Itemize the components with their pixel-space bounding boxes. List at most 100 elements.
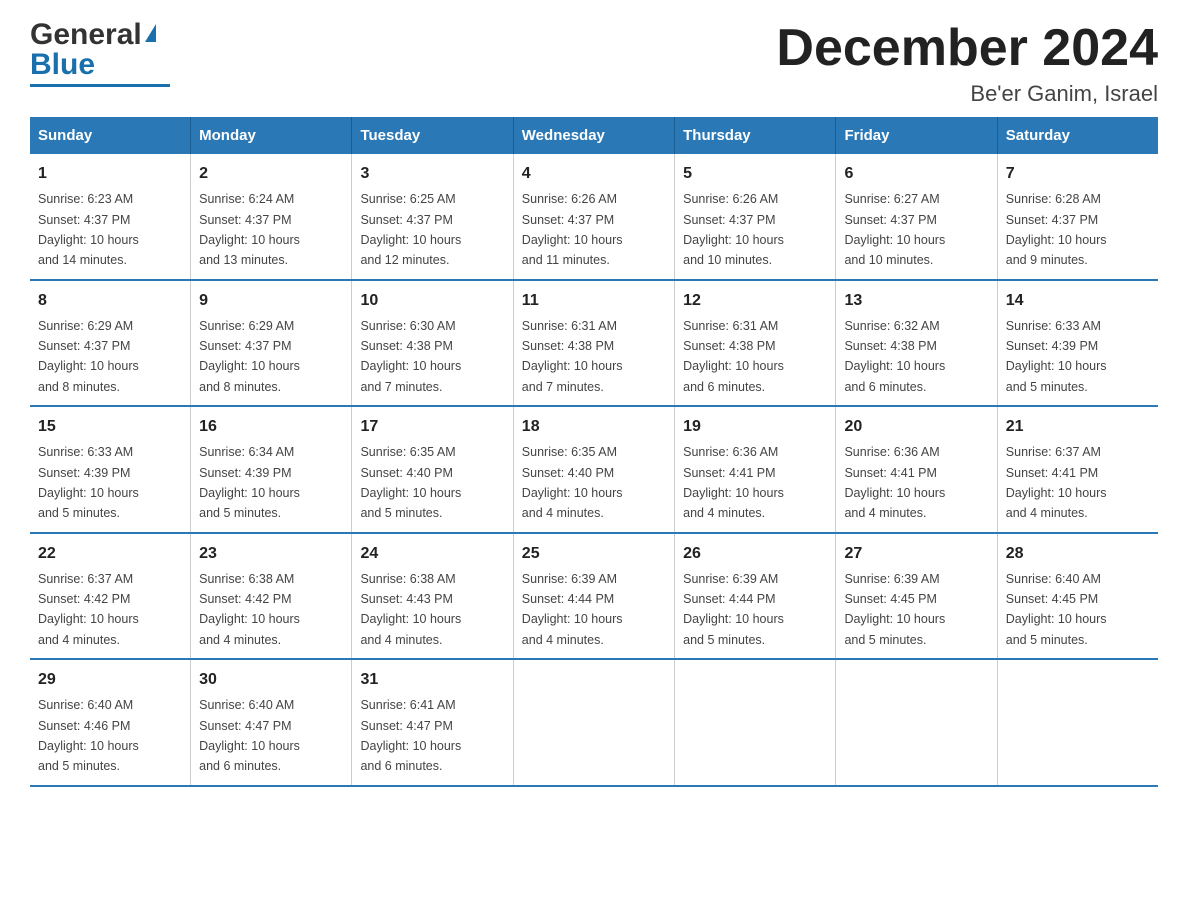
day-number: 26 [683, 542, 827, 566]
calendar-week-row: 8 Sunrise: 6:29 AMSunset: 4:37 PMDayligh… [30, 280, 1158, 407]
table-row: 6 Sunrise: 6:27 AMSunset: 4:37 PMDayligh… [836, 154, 997, 280]
day-number: 28 [1006, 542, 1150, 566]
table-row [513, 659, 674, 786]
day-number: 1 [38, 162, 182, 186]
day-info: Sunrise: 6:37 AMSunset: 4:42 PMDaylight:… [38, 572, 139, 647]
logo-general-text: General [30, 20, 142, 50]
table-row: 11 Sunrise: 6:31 AMSunset: 4:38 PMDaylig… [513, 280, 674, 407]
table-row: 25 Sunrise: 6:39 AMSunset: 4:44 PMDaylig… [513, 533, 674, 660]
table-row [675, 659, 836, 786]
day-info: Sunrise: 6:36 AMSunset: 4:41 PMDaylight:… [683, 445, 784, 520]
day-info: Sunrise: 6:38 AMSunset: 4:43 PMDaylight:… [360, 572, 461, 647]
calendar-table: Sunday Monday Tuesday Wednesday Thursday… [30, 117, 1158, 787]
header-thursday: Thursday [675, 117, 836, 154]
day-info: Sunrise: 6:32 AMSunset: 4:38 PMDaylight:… [844, 319, 945, 394]
day-info: Sunrise: 6:40 AMSunset: 4:46 PMDaylight:… [38, 698, 139, 773]
day-number: 2 [199, 162, 343, 186]
day-info: Sunrise: 6:39 AMSunset: 4:44 PMDaylight:… [522, 572, 623, 647]
day-number: 13 [844, 289, 988, 313]
table-row: 10 Sunrise: 6:30 AMSunset: 4:38 PMDaylig… [352, 280, 513, 407]
logo-triangle-icon [145, 24, 156, 42]
table-row: 12 Sunrise: 6:31 AMSunset: 4:38 PMDaylig… [675, 280, 836, 407]
header-friday: Friday [836, 117, 997, 154]
table-row: 15 Sunrise: 6:33 AMSunset: 4:39 PMDaylig… [30, 406, 191, 533]
day-info: Sunrise: 6:35 AMSunset: 4:40 PMDaylight:… [522, 445, 623, 520]
calendar-header-row: Sunday Monday Tuesday Wednesday Thursday… [30, 117, 1158, 154]
header-saturday: Saturday [997, 117, 1158, 154]
day-info: Sunrise: 6:39 AMSunset: 4:45 PMDaylight:… [844, 572, 945, 647]
table-row: 8 Sunrise: 6:29 AMSunset: 4:37 PMDayligh… [30, 280, 191, 407]
day-number: 5 [683, 162, 827, 186]
table-row: 29 Sunrise: 6:40 AMSunset: 4:46 PMDaylig… [30, 659, 191, 786]
page-subtitle: Be'er Ganim, Israel [776, 81, 1158, 107]
table-row: 5 Sunrise: 6:26 AMSunset: 4:37 PMDayligh… [675, 154, 836, 280]
day-info: Sunrise: 6:29 AMSunset: 4:37 PMDaylight:… [38, 319, 139, 394]
page-title: December 2024 [776, 20, 1158, 77]
day-info: Sunrise: 6:34 AMSunset: 4:39 PMDaylight:… [199, 445, 300, 520]
logo-blue-text: Blue [30, 48, 95, 82]
table-row: 13 Sunrise: 6:32 AMSunset: 4:38 PMDaylig… [836, 280, 997, 407]
day-number: 11 [522, 289, 666, 313]
page-header: General Blue December 2024 Be'er Ganim, … [30, 20, 1158, 107]
table-row [836, 659, 997, 786]
day-number: 8 [38, 289, 182, 313]
day-info: Sunrise: 6:30 AMSunset: 4:38 PMDaylight:… [360, 319, 461, 394]
logo-underline [30, 84, 170, 87]
day-info: Sunrise: 6:33 AMSunset: 4:39 PMDaylight:… [1006, 319, 1107, 394]
table-row: 21 Sunrise: 6:37 AMSunset: 4:41 PMDaylig… [997, 406, 1158, 533]
table-row: 2 Sunrise: 6:24 AMSunset: 4:37 PMDayligh… [191, 154, 352, 280]
day-number: 3 [360, 162, 504, 186]
day-number: 22 [38, 542, 182, 566]
day-info: Sunrise: 6:31 AMSunset: 4:38 PMDaylight:… [522, 319, 623, 394]
day-info: Sunrise: 6:33 AMSunset: 4:39 PMDaylight:… [38, 445, 139, 520]
day-info: Sunrise: 6:40 AMSunset: 4:47 PMDaylight:… [199, 698, 300, 773]
day-info: Sunrise: 6:39 AMSunset: 4:44 PMDaylight:… [683, 572, 784, 647]
table-row: 7 Sunrise: 6:28 AMSunset: 4:37 PMDayligh… [997, 154, 1158, 280]
day-number: 24 [360, 542, 504, 566]
table-row: 4 Sunrise: 6:26 AMSunset: 4:37 PMDayligh… [513, 154, 674, 280]
day-info: Sunrise: 6:24 AMSunset: 4:37 PMDaylight:… [199, 192, 300, 267]
day-info: Sunrise: 6:28 AMSunset: 4:37 PMDaylight:… [1006, 192, 1107, 267]
logo: General Blue [30, 20, 170, 87]
calendar-week-row: 15 Sunrise: 6:33 AMSunset: 4:39 PMDaylig… [30, 406, 1158, 533]
calendar-week-row: 29 Sunrise: 6:40 AMSunset: 4:46 PMDaylig… [30, 659, 1158, 786]
day-number: 4 [522, 162, 666, 186]
day-info: Sunrise: 6:25 AMSunset: 4:37 PMDaylight:… [360, 192, 461, 267]
table-row: 1 Sunrise: 6:23 AMSunset: 4:37 PMDayligh… [30, 154, 191, 280]
day-info: Sunrise: 6:41 AMSunset: 4:47 PMDaylight:… [360, 698, 461, 773]
table-row: 17 Sunrise: 6:35 AMSunset: 4:40 PMDaylig… [352, 406, 513, 533]
table-row: 30 Sunrise: 6:40 AMSunset: 4:47 PMDaylig… [191, 659, 352, 786]
header-tuesday: Tuesday [352, 117, 513, 154]
table-row: 3 Sunrise: 6:25 AMSunset: 4:37 PMDayligh… [352, 154, 513, 280]
day-number: 27 [844, 542, 988, 566]
day-number: 19 [683, 415, 827, 439]
day-number: 17 [360, 415, 504, 439]
table-row: 26 Sunrise: 6:39 AMSunset: 4:44 PMDaylig… [675, 533, 836, 660]
day-info: Sunrise: 6:38 AMSunset: 4:42 PMDaylight:… [199, 572, 300, 647]
header-sunday: Sunday [30, 117, 191, 154]
table-row: 20 Sunrise: 6:36 AMSunset: 4:41 PMDaylig… [836, 406, 997, 533]
calendar-week-row: 1 Sunrise: 6:23 AMSunset: 4:37 PMDayligh… [30, 154, 1158, 280]
day-info: Sunrise: 6:26 AMSunset: 4:37 PMDaylight:… [522, 192, 623, 267]
day-info: Sunrise: 6:26 AMSunset: 4:37 PMDaylight:… [683, 192, 784, 267]
table-row: 27 Sunrise: 6:39 AMSunset: 4:45 PMDaylig… [836, 533, 997, 660]
day-number: 29 [38, 668, 182, 692]
table-row: 16 Sunrise: 6:34 AMSunset: 4:39 PMDaylig… [191, 406, 352, 533]
day-info: Sunrise: 6:29 AMSunset: 4:37 PMDaylight:… [199, 319, 300, 394]
day-info: Sunrise: 6:37 AMSunset: 4:41 PMDaylight:… [1006, 445, 1107, 520]
title-block: December 2024 Be'er Ganim, Israel [776, 20, 1158, 107]
table-row: 18 Sunrise: 6:35 AMSunset: 4:40 PMDaylig… [513, 406, 674, 533]
day-info: Sunrise: 6:36 AMSunset: 4:41 PMDaylight:… [844, 445, 945, 520]
day-number: 21 [1006, 415, 1150, 439]
day-number: 16 [199, 415, 343, 439]
header-wednesday: Wednesday [513, 117, 674, 154]
table-row: 23 Sunrise: 6:38 AMSunset: 4:42 PMDaylig… [191, 533, 352, 660]
day-number: 15 [38, 415, 182, 439]
table-row: 31 Sunrise: 6:41 AMSunset: 4:47 PMDaylig… [352, 659, 513, 786]
day-number: 31 [360, 668, 504, 692]
table-row: 28 Sunrise: 6:40 AMSunset: 4:45 PMDaylig… [997, 533, 1158, 660]
day-number: 10 [360, 289, 504, 313]
table-row: 9 Sunrise: 6:29 AMSunset: 4:37 PMDayligh… [191, 280, 352, 407]
day-number: 6 [844, 162, 988, 186]
calendar-week-row: 22 Sunrise: 6:37 AMSunset: 4:42 PMDaylig… [30, 533, 1158, 660]
